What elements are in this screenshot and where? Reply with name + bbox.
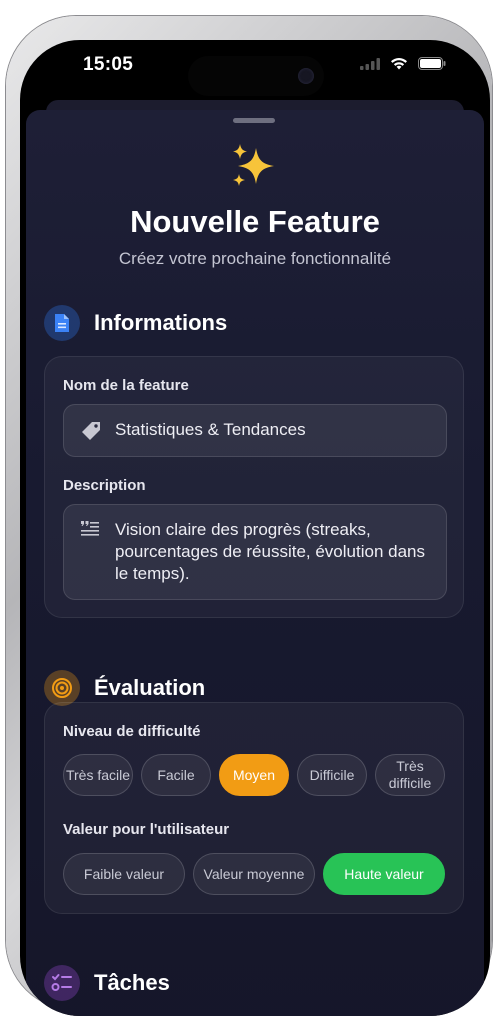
description-value: Vision claire des progrès (streaks, pour… — [115, 520, 425, 583]
section-evaluation-title: Évaluation — [94, 675, 206, 700]
phone-frame: 15:05 Nouvelle Feature Créez votre proch… — [6, 16, 492, 1016]
camera-icon — [298, 68, 314, 84]
value-option-moyenne[interactable]: Valeur moyenne — [193, 853, 315, 895]
status-bar: 15:05 — [20, 40, 490, 100]
user-value-label: Valeur pour l'utilisateur — [63, 821, 230, 838]
value-option-haute[interactable]: Haute valeur — [323, 853, 445, 895]
difficulty-option-tres-difficile[interactable]: Très difficile — [375, 754, 445, 796]
feature-name-value: Statistiques & Tendances — [115, 420, 306, 439]
battery-icon — [418, 57, 446, 70]
status-icons — [360, 57, 446, 70]
target-icon — [44, 670, 80, 706]
value-option-faible[interactable]: Faible valeur — [63, 853, 185, 895]
difficulty-option-tres-facile[interactable]: Très facile — [63, 754, 133, 796]
wifi-icon — [391, 58, 407, 70]
name-label: Nom de la feature — [63, 377, 189, 394]
user-value-options: Faible valeur Valeur moyenne Haute valeu… — [63, 853, 445, 895]
checklist-icon — [44, 965, 80, 1001]
description-field[interactable]: Vision claire des progrès (streaks, pour… — [63, 504, 447, 600]
screen: 15:05 Nouvelle Feature Créez votre proch… — [20, 40, 490, 1016]
difficulty-option-moyen[interactable]: Moyen — [219, 754, 289, 796]
difficulty-option-difficile[interactable]: Difficile — [297, 754, 367, 796]
page-title: Nouvelle Feature — [130, 204, 380, 239]
dynamic-island — [188, 56, 324, 96]
page-subtitle: Créez votre prochaine fonctionnalité — [118, 249, 392, 268]
status-time: 15:05 — [83, 54, 134, 75]
section-tasks-header: Tâches — [44, 965, 170, 1001]
section-evaluation-header: Évaluation — [44, 670, 205, 706]
quote-text-icon — [81, 521, 99, 536]
evaluation-card: Niveau de difficulté Très facile Facile … — [44, 702, 464, 914]
sheet-grabber[interactable] — [233, 118, 275, 123]
cellular-signal-icon — [360, 57, 380, 70]
document-icon — [44, 305, 80, 341]
informations-card: Nom de la feature Statistiques & Tendanc… — [44, 356, 464, 618]
section-informations-title: Informations — [94, 310, 228, 335]
new-feature-sheet: Nouvelle Feature Créez votre prochaine f… — [26, 110, 484, 1016]
section-informations-header: Informations — [44, 305, 227, 341]
description-label: Description — [63, 477, 146, 494]
sparkles-icon — [233, 144, 274, 186]
difficulty-label: Niveau de difficulté — [63, 723, 201, 740]
tag-icon — [82, 422, 100, 440]
difficulty-option-facile[interactable]: Facile — [141, 754, 211, 796]
feature-name-field[interactable]: Statistiques & Tendances — [63, 404, 447, 457]
section-tasks-title: Tâches — [94, 970, 170, 995]
difficulty-options: Très facile Facile Moyen Difficile Très … — [63, 754, 445, 796]
